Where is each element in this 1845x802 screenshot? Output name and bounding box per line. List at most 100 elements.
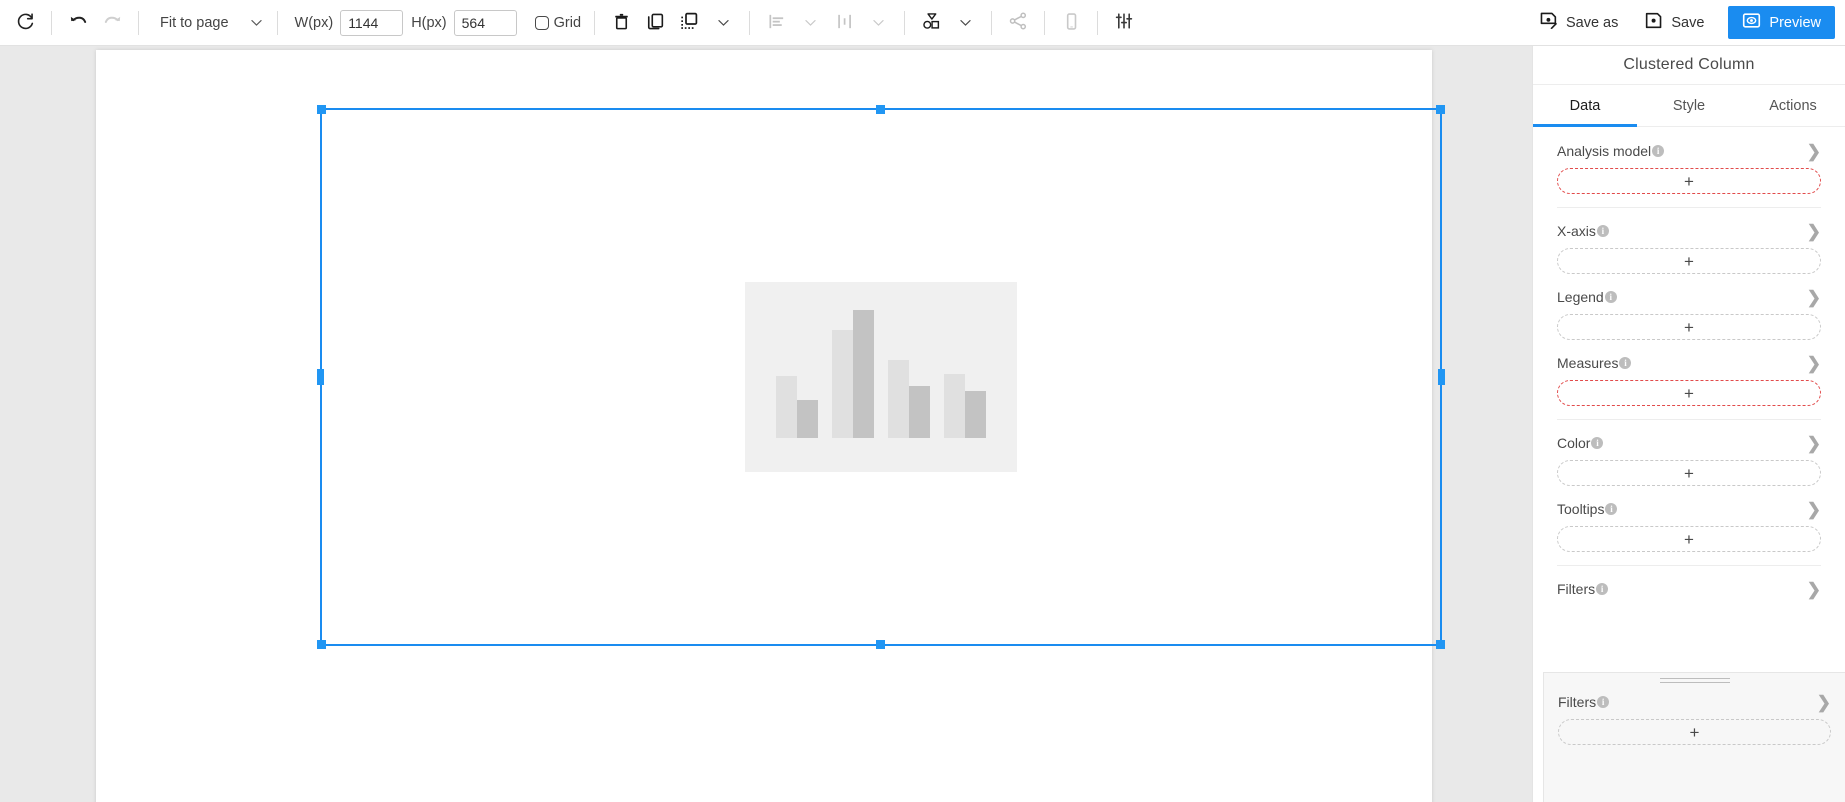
selected-chart-widget[interactable] [317,105,1445,649]
chevron-right-icon[interactable]: ❯ [1807,355,1821,372]
save-as-label: Save as [1565,14,1619,31]
chevron-right-icon[interactable]: ❯ [1807,223,1821,240]
toolbar-divider [594,10,596,35]
canvas-area[interactable] [0,46,1532,802]
info-icon[interactable]: i [1596,583,1609,595]
add-x-axis-slot[interactable]: + [1557,248,1821,274]
resize-handle-middle-left[interactable] [317,369,324,385]
zoom-mode-label: Fit to page [160,14,229,31]
chevron-right-icon[interactable]: ❯ [1807,435,1821,452]
drawer-drag-handle[interactable] [1659,678,1730,685]
field-label-legend: Legend [1557,289,1604,305]
layer-button[interactable] [672,6,706,40]
layer-icon [679,11,699,34]
resize-handle-bottom-left[interactable] [317,640,326,649]
drag-line [1659,678,1730,679]
info-icon[interactable]: i [1604,291,1617,303]
redo-icon [102,11,123,35]
toolbar-actions: Save as Save Preview [1527,6,1835,39]
chevron-right-icon[interactable]: ❯ [1807,143,1821,160]
chevron-down-icon [250,14,262,32]
copy-button[interactable] [638,6,672,40]
redo-button[interactable] [95,6,129,40]
info-icon[interactable]: i [1619,357,1632,369]
save-as-button[interactable]: Save as [1527,7,1630,39]
add-analysis-model-slot[interactable]: + [1557,168,1821,194]
placeholder-bar-light [888,360,909,438]
field-header: Analysis model i ❯ [1557,141,1821,161]
resize-handle-top-right[interactable] [1436,105,1445,114]
info-icon[interactable]: i [1652,145,1665,157]
delete-button[interactable] [604,6,638,40]
field-section-analysis-model: Analysis model i ❯ + [1557,128,1821,194]
preview-button[interactable]: Preview [1728,6,1835,39]
trash-icon [612,12,631,34]
placeholder-bar-light [832,330,853,438]
chevron-right-icon[interactable]: ❯ [1807,289,1821,306]
shapes-button[interactable] [914,6,948,40]
align-horizontal-dropdown-button[interactable] [793,6,827,40]
resize-handle-bottom-center[interactable] [876,640,885,649]
mobile-view-button[interactable] [1054,6,1088,40]
tab-actions[interactable]: Actions [1741,85,1845,126]
align-vertical-dropdown-button[interactable] [861,6,895,40]
chevron-down-icon [872,15,884,30]
align-horizontal-icon [767,12,786,34]
placeholder-bar-group [944,374,986,438]
tab-style-label: Style [1672,97,1706,114]
width-field-group: W(px) [295,9,404,36]
resize-handle-top-center[interactable] [876,105,885,114]
undo-icon [68,11,89,35]
field-label-analysis-model: Analysis model [1557,143,1652,159]
add-tooltips-slot[interactable]: + [1557,526,1821,552]
zoom-mode-select[interactable]: Fit to page [148,7,268,39]
refresh-button[interactable] [8,6,42,40]
height-input[interactable] [453,9,517,36]
width-input[interactable] [340,9,404,36]
shapes-dropdown-button[interactable] [948,6,982,40]
chevron-down-icon [804,15,816,30]
resize-handle-bottom-right[interactable] [1436,640,1445,649]
placeholder-bar-light [776,376,797,438]
chevron-right-icon[interactable]: ❯ [1817,694,1831,711]
info-icon[interactable]: i [1596,225,1609,237]
undo-button[interactable] [61,6,95,40]
design-page[interactable] [96,50,1445,802]
toolbar-divider [138,10,139,35]
toolbar-divider [51,10,52,35]
info-icon[interactable]: i [1605,503,1618,515]
align-vertical-button[interactable] [827,6,861,40]
plus-icon: + [1684,463,1694,483]
settings-button[interactable] [1107,6,1141,40]
grid-checkbox[interactable]: Grid [531,15,585,31]
field-section-x-axis: X-axis i ❯ + [1557,208,1821,274]
chevron-right-icon[interactable]: ❯ [1807,581,1821,598]
chevron-right-icon[interactable]: ❯ [1807,501,1821,518]
top-toolbar: Fit to page W(px) H(px) Grid [0,0,1845,46]
align-horizontal-button[interactable] [759,6,793,40]
plus-icon: + [1684,317,1694,337]
field-label-filters: Filters [1558,694,1597,710]
tab-data[interactable]: Data [1533,85,1637,127]
copy-icon [646,12,665,34]
add-legend-slot[interactable]: + [1557,314,1821,340]
toolbar-divider [1044,10,1046,35]
field-label-measures: Measures [1557,355,1619,371]
add-measures-slot[interactable]: + [1557,380,1821,406]
placeholder-bar-group [832,310,874,438]
resize-handle-middle-right[interactable] [1438,369,1445,385]
share-button[interactable] [1001,6,1035,40]
placeholder-bar-dark [909,386,930,438]
save-button[interactable]: Save [1632,7,1716,39]
add-color-slot[interactable]: + [1557,460,1821,486]
field-header: Color i ❯ [1557,433,1821,453]
tab-style[interactable]: Style [1637,85,1741,126]
info-icon[interactable]: i [1597,696,1610,708]
layer-dropdown-button[interactable] [706,6,740,40]
add-filters-slot[interactable]: + [1558,719,1831,745]
resize-handle-top-left[interactable] [317,105,326,114]
chart-placeholder [745,282,1017,472]
field-sections: Analysis model i ❯ + X-axis i ❯ + Legend i ❯ + Measu… [1557,128,1821,599]
mobile-icon [1062,12,1081,34]
info-icon[interactable]: i [1591,437,1604,449]
